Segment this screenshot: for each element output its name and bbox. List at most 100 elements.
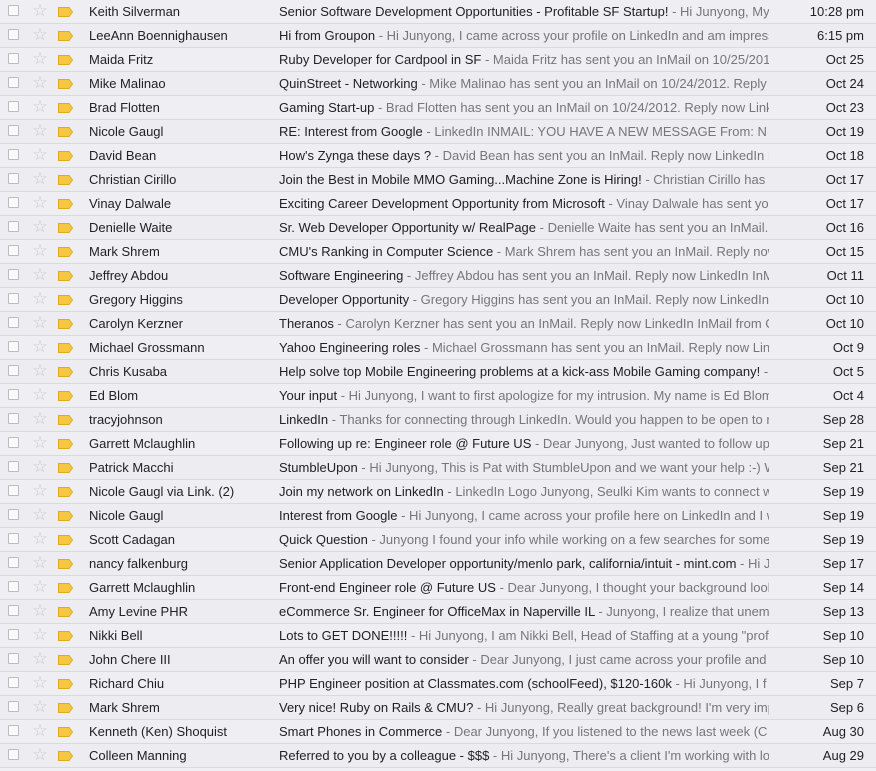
email-row[interactable]: ☆ Keith Silverman Senior Software Develo… bbox=[0, 0, 876, 24]
checkbox-icon[interactable] bbox=[8, 77, 19, 88]
email-row[interactable]: ☆ Brad Flotten Gaming Start-up - Brad Fl… bbox=[0, 96, 876, 120]
star-icon[interactable]: ☆ bbox=[32, 697, 48, 717]
email-row[interactable]: ☆ Nicole Gaugl via Link. (2) Join my net… bbox=[0, 480, 876, 504]
important-label-icon[interactable] bbox=[58, 727, 73, 737]
star-icon[interactable]: ☆ bbox=[32, 529, 48, 549]
star-icon[interactable]: ☆ bbox=[32, 25, 48, 45]
important-label-icon[interactable] bbox=[58, 55, 73, 65]
checkbox-icon[interactable] bbox=[8, 581, 19, 592]
email-row[interactable]: ☆ LeeAnn Boennighausen Hi from Groupon -… bbox=[0, 24, 876, 48]
email-row[interactable]: ☆ Nicole Gaugl RE: Interest from Google … bbox=[0, 120, 876, 144]
email-row[interactable]: ☆ nancy falkenburg Senior Application De… bbox=[0, 552, 876, 576]
checkbox-icon[interactable] bbox=[8, 413, 19, 424]
email-row[interactable]: ☆ Jeffrey Abdou Software Engineering - J… bbox=[0, 264, 876, 288]
email-row[interactable]: ☆ Michael Grossmann Yahoo Engineering ro… bbox=[0, 336, 876, 360]
email-row[interactable]: ☆ Carolyn Kerzner Theranos - Carolyn Ker… bbox=[0, 312, 876, 336]
star-icon[interactable]: ☆ bbox=[32, 241, 48, 261]
important-label-icon[interactable] bbox=[58, 7, 73, 17]
star-icon[interactable]: ☆ bbox=[32, 289, 48, 309]
star-icon[interactable]: ☆ bbox=[32, 121, 48, 141]
star-icon[interactable]: ☆ bbox=[32, 457, 48, 477]
email-row[interactable]: ☆ Mark Shrem CMU's Ranking in Computer S… bbox=[0, 240, 876, 264]
checkbox-icon[interactable] bbox=[8, 749, 19, 760]
checkbox-icon[interactable] bbox=[8, 53, 19, 64]
star-icon[interactable]: ☆ bbox=[32, 553, 48, 573]
email-row[interactable]: ☆ Garrett Mclaughlin Front-end Engineer … bbox=[0, 576, 876, 600]
checkbox-icon[interactable] bbox=[8, 29, 19, 40]
important-label-icon[interactable] bbox=[58, 79, 73, 89]
important-label-icon[interactable] bbox=[58, 247, 73, 257]
checkbox-icon[interactable] bbox=[8, 365, 19, 376]
checkbox-icon[interactable] bbox=[8, 317, 19, 328]
important-label-icon[interactable] bbox=[58, 535, 73, 545]
email-row[interactable]: ☆ John Chere III An offer you will want … bbox=[0, 648, 876, 672]
star-icon[interactable]: ☆ bbox=[32, 625, 48, 645]
star-icon[interactable]: ☆ bbox=[32, 97, 48, 117]
star-icon[interactable]: ☆ bbox=[32, 217, 48, 237]
checkbox-icon[interactable] bbox=[8, 293, 19, 304]
star-icon[interactable]: ☆ bbox=[32, 169, 48, 189]
star-icon[interactable]: ☆ bbox=[32, 481, 48, 501]
email-row[interactable]: ☆ Maida Fritz Ruby Developer for Cardpoo… bbox=[0, 48, 876, 72]
important-label-icon[interactable] bbox=[58, 487, 73, 497]
important-label-icon[interactable] bbox=[58, 703, 73, 713]
email-row[interactable]: ☆ Nicole Gaugl Interest from Google - Hi… bbox=[0, 504, 876, 528]
important-label-icon[interactable] bbox=[58, 679, 73, 689]
important-label-icon[interactable] bbox=[58, 319, 73, 329]
checkbox-icon[interactable] bbox=[8, 533, 19, 544]
email-row[interactable]: ☆ Christian Cirillo Join the Best in Mob… bbox=[0, 168, 876, 192]
checkbox-icon[interactable] bbox=[8, 605, 19, 616]
email-row[interactable]: ☆ Chris Kusaba Help solve top Mobile Eng… bbox=[0, 360, 876, 384]
star-icon[interactable]: ☆ bbox=[32, 49, 48, 69]
email-row[interactable]: ☆ Mike Malinao QuinStreet - Networking -… bbox=[0, 72, 876, 96]
checkbox-icon[interactable] bbox=[8, 269, 19, 280]
checkbox-icon[interactable] bbox=[8, 653, 19, 664]
star-icon[interactable]: ☆ bbox=[32, 361, 48, 381]
important-label-icon[interactable] bbox=[58, 31, 73, 41]
star-icon[interactable]: ☆ bbox=[32, 409, 48, 429]
star-icon[interactable]: ☆ bbox=[32, 313, 48, 333]
star-icon[interactable]: ☆ bbox=[32, 673, 48, 693]
checkbox-icon[interactable] bbox=[8, 629, 19, 640]
checkbox-icon[interactable] bbox=[8, 221, 19, 232]
star-icon[interactable]: ☆ bbox=[32, 745, 48, 765]
star-icon[interactable]: ☆ bbox=[32, 601, 48, 621]
important-label-icon[interactable] bbox=[58, 439, 73, 449]
star-icon[interactable]: ☆ bbox=[32, 145, 48, 165]
important-label-icon[interactable] bbox=[58, 175, 73, 185]
checkbox-icon[interactable] bbox=[8, 149, 19, 160]
email-row[interactable]: ☆ Mark Shrem Very nice! Ruby on Rails & … bbox=[0, 696, 876, 720]
email-row[interactable]: ☆ Colleen Manning Referred to you by a c… bbox=[0, 744, 876, 768]
important-label-icon[interactable] bbox=[58, 367, 73, 377]
email-row[interactable]: ☆ Nikki Bell Lots to GET DONE!!!!! - Hi … bbox=[0, 624, 876, 648]
important-label-icon[interactable] bbox=[58, 631, 73, 641]
email-row[interactable]: ☆ David Bean How's Zynga these days ? - … bbox=[0, 144, 876, 168]
star-icon[interactable]: ☆ bbox=[32, 577, 48, 597]
email-row[interactable]: ☆ Kenneth (Ken) Shoquist Smart Phones in… bbox=[0, 720, 876, 744]
star-icon[interactable]: ☆ bbox=[32, 1, 48, 21]
star-icon[interactable]: ☆ bbox=[32, 385, 48, 405]
star-icon[interactable]: ☆ bbox=[32, 649, 48, 669]
checkbox-icon[interactable] bbox=[8, 101, 19, 112]
important-label-icon[interactable] bbox=[58, 559, 73, 569]
important-label-icon[interactable] bbox=[58, 199, 73, 209]
checkbox-icon[interactable] bbox=[8, 197, 19, 208]
star-icon[interactable]: ☆ bbox=[32, 721, 48, 741]
star-icon[interactable]: ☆ bbox=[32, 505, 48, 525]
important-label-icon[interactable] bbox=[58, 127, 73, 137]
important-label-icon[interactable] bbox=[58, 271, 73, 281]
star-icon[interactable]: ☆ bbox=[32, 433, 48, 453]
important-label-icon[interactable] bbox=[58, 103, 73, 113]
star-icon[interactable]: ☆ bbox=[32, 265, 48, 285]
email-row[interactable]: ☆ Gregory Higgins Developer Opportunity … bbox=[0, 288, 876, 312]
important-label-icon[interactable] bbox=[58, 295, 73, 305]
checkbox-icon[interactable] bbox=[8, 389, 19, 400]
important-label-icon[interactable] bbox=[58, 463, 73, 473]
important-label-icon[interactable] bbox=[58, 151, 73, 161]
important-label-icon[interactable] bbox=[58, 343, 73, 353]
checkbox-icon[interactable] bbox=[8, 677, 19, 688]
star-icon[interactable]: ☆ bbox=[32, 337, 48, 357]
email-row[interactable]: ☆ Richard Chiu PHP Engineer position at … bbox=[0, 672, 876, 696]
email-row[interactable]: ☆ tracyjohnson LinkedIn - Thanks for con… bbox=[0, 408, 876, 432]
important-label-icon[interactable] bbox=[58, 583, 73, 593]
